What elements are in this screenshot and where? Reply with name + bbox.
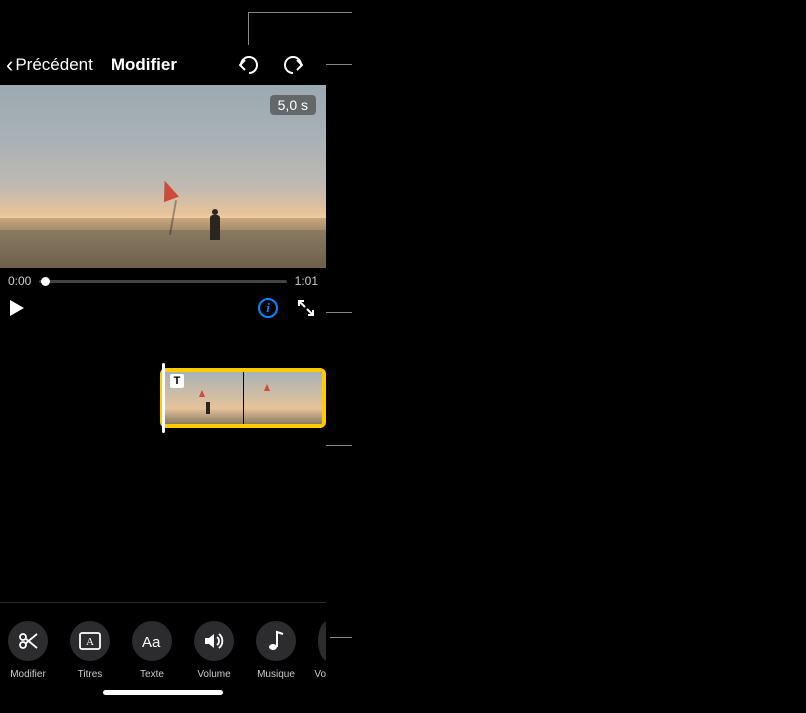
timeline[interactable]: T (0, 368, 326, 428)
scrubber-track[interactable] (39, 280, 286, 283)
video-viewer[interactable]: 5,0 s (0, 85, 326, 268)
music-note-icon (267, 630, 285, 652)
back-button[interactable]: ‹ Précédent (4, 50, 95, 80)
undo-button[interactable] (236, 52, 262, 78)
music-button[interactable] (256, 621, 296, 661)
back-label: Précédent (15, 55, 93, 75)
tool-label: Volume (197, 669, 230, 680)
scissors-icon (17, 630, 39, 652)
chevron-left-icon: ‹ (6, 54, 13, 76)
video-clip[interactable]: T (160, 368, 326, 428)
tool-volume: Volume (194, 621, 234, 680)
playback-controls: i (0, 294, 326, 328)
preview-beach (0, 230, 326, 268)
svg-text:Aa: Aa (142, 634, 161, 650)
volume-button[interactable] (194, 621, 234, 661)
tool-label: Musique (257, 669, 295, 680)
undo-icon (237, 54, 261, 76)
preview-person (210, 215, 220, 240)
titles-button[interactable]: A (70, 621, 110, 661)
tool-label: Titres (78, 669, 103, 680)
page-title: Modifier (111, 55, 177, 75)
tool-voice: Voix h (318, 621, 326, 680)
tool-modifier: Modifier (8, 621, 48, 680)
tool-titles: A Titres (70, 621, 110, 680)
clip-duration-badge: 5,0 s (270, 95, 316, 115)
fullscreen-icon (296, 298, 316, 318)
tool-label: Texte (140, 669, 164, 680)
speaker-icon (203, 631, 225, 651)
current-time-label: 0:00 (8, 274, 31, 288)
playhead[interactable] (162, 363, 165, 433)
home-indicator[interactable] (103, 690, 223, 695)
info-button[interactable]: i (258, 298, 278, 318)
play-button[interactable] (10, 300, 24, 316)
total-time-label: 1:01 (295, 274, 318, 288)
redo-button[interactable] (280, 52, 306, 78)
voice-button[interactable] (318, 621, 326, 661)
undo-redo-group (236, 52, 322, 78)
svg-text:A: A (86, 636, 94, 648)
tools-row: Modifier A Titres Aa Texte (0, 621, 326, 680)
fullscreen-button[interactable] (296, 298, 316, 318)
app-container: ‹ Précédent Modifier 5, (0, 45, 326, 705)
title-frame-icon: A (79, 632, 101, 650)
tool-text: Aa Texte (132, 621, 172, 680)
redo-icon (281, 54, 305, 76)
scrubber-bar: 0:00 1:01 (0, 268, 326, 294)
header-bar: ‹ Précédent Modifier (0, 45, 326, 85)
text-overlay-badge: T (170, 374, 184, 388)
tool-music: Musique (256, 621, 296, 680)
clip-thumbnail (244, 372, 323, 424)
aa-icon: Aa (140, 632, 164, 650)
tool-label: Modifier (10, 669, 46, 680)
bottom-toolbar: Modifier A Titres Aa Texte (0, 602, 326, 705)
modifier-button[interactable] (8, 621, 48, 661)
scrubber-thumb[interactable] (41, 277, 50, 286)
tool-label: Voix h (314, 669, 326, 680)
text-button[interactable]: Aa (132, 621, 172, 661)
